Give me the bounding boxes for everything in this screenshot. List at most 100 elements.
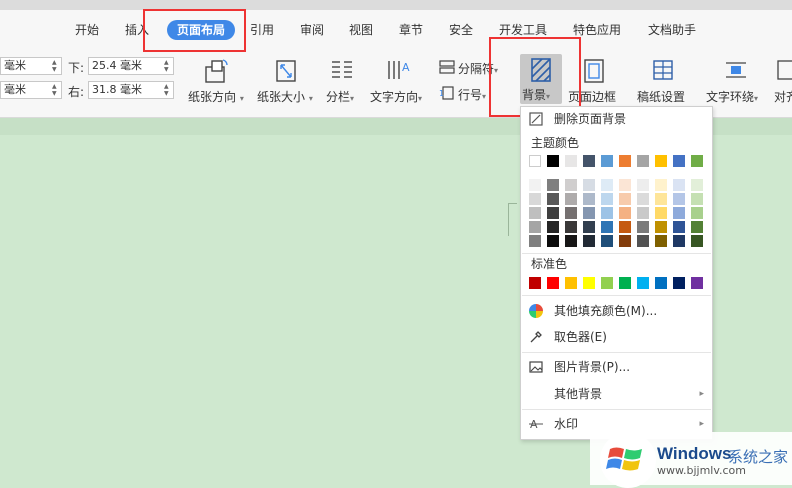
theme-color-swatch[interactable] — [583, 155, 595, 167]
theme-shade-swatch[interactable] — [529, 179, 541, 191]
theme-shade-swatch[interactable] — [547, 235, 559, 247]
theme-shade-swatch[interactable] — [565, 207, 577, 219]
theme-shade-swatch[interactable] — [583, 221, 595, 233]
spin-arrows-icon[interactable]: ▲ ▼ — [52, 83, 60, 97]
delete-background-item[interactable]: 删除页面背景 — [521, 107, 712, 131]
bottom-margin-field[interactable]: 25.4 毫米 ▲ ▼ — [88, 57, 174, 75]
theme-color-swatch[interactable] — [637, 155, 649, 167]
theme-shade-swatch[interactable] — [565, 179, 577, 191]
tab-security[interactable]: 安全 — [449, 20, 473, 40]
top-margin-field[interactable]: 毫米 ▲ ▼ — [0, 57, 62, 75]
theme-shade-swatch[interactable] — [655, 179, 667, 191]
theme-color-swatch[interactable] — [673, 155, 685, 167]
standard-color-swatch[interactable] — [565, 277, 577, 289]
theme-shade-swatch[interactable] — [673, 207, 685, 219]
theme-shade-swatch[interactable] — [691, 235, 703, 247]
align-button[interactable]: 对齐 — [772, 56, 792, 106]
theme-shade-swatch[interactable] — [547, 207, 559, 219]
theme-shade-swatch[interactable] — [619, 179, 631, 191]
theme-shade-swatch[interactable] — [673, 179, 685, 191]
spin-arrows-icon[interactable]: ▲ ▼ — [164, 59, 172, 73]
theme-shade-swatch[interactable] — [655, 235, 667, 247]
tab-review[interactable]: 审阅 — [300, 20, 324, 40]
picture-background-item[interactable]: 图片背景(P)... — [521, 355, 712, 379]
theme-shade-swatch[interactable] — [673, 193, 685, 205]
other-background-item[interactable]: 其他背景 ▸ — [521, 382, 712, 406]
theme-shade-swatch[interactable] — [565, 235, 577, 247]
standard-color-swatch[interactable] — [637, 277, 649, 289]
standard-color-swatch[interactable] — [691, 277, 703, 289]
theme-shade-swatch[interactable] — [601, 221, 613, 233]
theme-shade-swatch[interactable] — [691, 221, 703, 233]
theme-shade-swatch[interactable] — [583, 179, 595, 191]
eyedropper-icon — [530, 331, 542, 343]
theme-shade-swatch[interactable] — [583, 207, 595, 219]
theme-shade-swatch[interactable] — [637, 235, 649, 247]
theme-color-swatch[interactable] — [619, 155, 631, 167]
theme-color-swatch[interactable] — [529, 155, 541, 167]
manuscript-button[interactable]: 稿纸设置 — [636, 56, 690, 106]
standard-color-swatch[interactable] — [655, 277, 667, 289]
paper-size-label: 纸张大小 — [257, 90, 306, 104]
theme-shade-swatch[interactable] — [691, 193, 703, 205]
theme-shade-swatch[interactable] — [673, 221, 685, 233]
theme-shade-swatch[interactable] — [655, 193, 667, 205]
theme-shade-swatch[interactable] — [529, 221, 541, 233]
orientation-button[interactable]: 纸张方向 ▾ — [186, 56, 248, 106]
theme-shade-swatch[interactable] — [601, 179, 613, 191]
left-margin-field[interactable]: 毫米 ▲ ▼ — [0, 81, 62, 99]
theme-color-swatch[interactable] — [691, 155, 703, 167]
divider — [522, 409, 711, 410]
theme-shade-swatch[interactable] — [529, 193, 541, 205]
text-direction-button[interactable]: A 文字方向▾ — [368, 56, 428, 106]
more-fill-colors-item[interactable]: 其他填充颜色(M)... — [521, 299, 712, 323]
spin-arrows-icon[interactable]: ▲ ▼ — [52, 59, 60, 73]
theme-shade-swatch[interactable] — [691, 207, 703, 219]
theme-shade-swatch[interactable] — [601, 193, 613, 205]
theme-shade-swatch[interactable] — [547, 193, 559, 205]
theme-shade-swatch[interactable] — [565, 221, 577, 233]
theme-shade-swatch[interactable] — [583, 235, 595, 247]
theme-shade-swatch[interactable] — [637, 207, 649, 219]
theme-shade-swatch[interactable] — [619, 193, 631, 205]
theme-shade-swatch[interactable] — [655, 207, 667, 219]
right-margin-field[interactable]: 31.8 毫米 ▲ ▼ — [88, 81, 174, 99]
text-wrap-button[interactable]: 文字环绕▾ — [705, 56, 769, 106]
standard-color-swatch[interactable] — [583, 277, 595, 289]
tab-references[interactable]: 引用 — [250, 20, 274, 40]
theme-shade-swatch[interactable] — [637, 193, 649, 205]
theme-shade-swatch[interactable] — [619, 207, 631, 219]
tab-sections[interactable]: 章节 — [399, 20, 423, 40]
standard-color-swatch[interactable] — [619, 277, 631, 289]
theme-shade-swatch[interactable] — [565, 193, 577, 205]
spin-arrows-icon[interactable]: ▲ ▼ — [164, 83, 172, 97]
theme-color-swatch[interactable] — [601, 155, 613, 167]
theme-color-swatch[interactable] — [655, 155, 667, 167]
theme-shade-swatch[interactable] — [583, 193, 595, 205]
tab-view[interactable]: 视图 — [349, 20, 373, 40]
columns-button[interactable]: 分栏▾ — [325, 56, 361, 106]
theme-color-swatch[interactable] — [547, 155, 559, 167]
theme-shade-swatch[interactable] — [547, 179, 559, 191]
tab-start[interactable]: 开始 — [75, 20, 99, 40]
color-picker-item[interactable]: 取色器(E) — [521, 325, 712, 349]
theme-shade-swatch[interactable] — [637, 221, 649, 233]
theme-shade-swatch[interactable] — [673, 235, 685, 247]
paper-size-button[interactable]: 纸张大小 ▾ — [256, 56, 318, 106]
theme-color-swatch[interactable] — [565, 155, 577, 167]
theme-shade-swatch[interactable] — [601, 207, 613, 219]
theme-shade-swatch[interactable] — [619, 221, 631, 233]
theme-shade-swatch[interactable] — [619, 235, 631, 247]
tab-doc-assistant[interactable]: 文档助手 — [648, 20, 696, 40]
theme-shade-swatch[interactable] — [529, 235, 541, 247]
theme-shade-swatch[interactable] — [637, 179, 649, 191]
theme-shade-swatch[interactable] — [655, 221, 667, 233]
theme-shade-swatch[interactable] — [529, 207, 541, 219]
theme-shade-swatch[interactable] — [601, 235, 613, 247]
standard-color-swatch[interactable] — [547, 277, 559, 289]
theme-shade-swatch[interactable] — [547, 221, 559, 233]
standard-color-swatch[interactable] — [601, 277, 613, 289]
standard-color-swatch[interactable] — [673, 277, 685, 289]
standard-color-swatch[interactable] — [529, 277, 541, 289]
theme-shade-swatch[interactable] — [691, 179, 703, 191]
